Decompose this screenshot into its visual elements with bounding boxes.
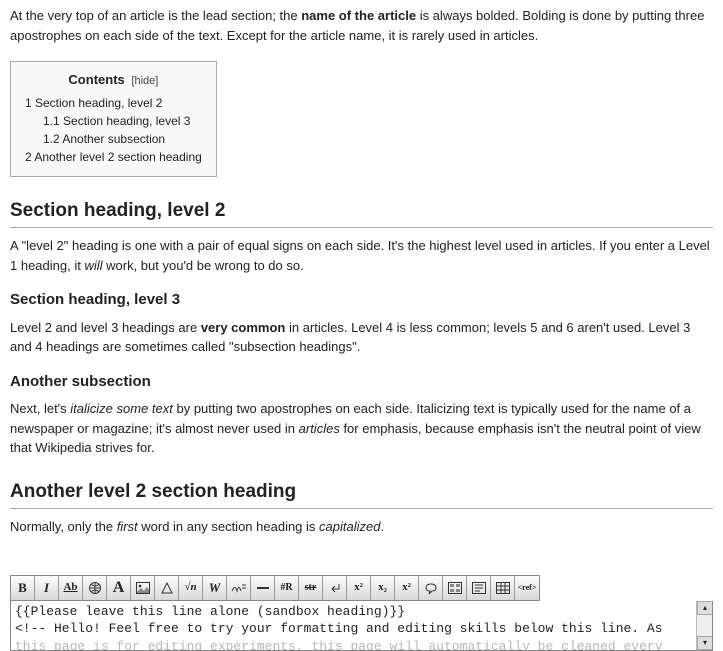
- lead-paragraph: At the very top of an article is the lea…: [10, 4, 713, 45]
- section4-paragraph: Normally, only the first word in any sec…: [10, 517, 713, 537]
- s2-bold: very common: [201, 320, 286, 335]
- scroll-down-button[interactable]: ▾: [697, 636, 713, 650]
- scroll-up-button[interactable]: ▴: [697, 601, 713, 615]
- image-icon: [136, 582, 150, 594]
- editor-toolbar: B I Ab A √n W #R str x² x₂ x² <ref>: [10, 575, 540, 601]
- gallery-button[interactable]: [443, 576, 467, 600]
- math-button[interactable]: √n: [179, 576, 203, 600]
- toc-hide-link[interactable]: [hide]: [131, 75, 158, 87]
- s3-ital: italicize some text: [70, 401, 173, 416]
- image-button[interactable]: [131, 576, 155, 600]
- signature-button[interactable]: [227, 576, 251, 600]
- s1-will: will: [84, 258, 102, 273]
- toc-title-row: Contents [hide]: [25, 70, 202, 90]
- table-button[interactable]: [491, 576, 515, 600]
- s3-ital2: articles: [299, 421, 340, 436]
- redirect-button[interactable]: #R: [275, 576, 299, 600]
- signature-icon: [231, 582, 247, 594]
- internal-link-button[interactable]: Ab: [59, 576, 83, 600]
- s4-text-b: word in any section heading is: [138, 519, 319, 534]
- editor-container: {{Please leave this line alone (sandbox …: [10, 601, 713, 651]
- comment-icon: [424, 581, 438, 595]
- editor-line-1: {{Please leave this line alone (sandbox …: [15, 604, 405, 619]
- heading-level3-2: Another subsection: [10, 371, 713, 394]
- section2-paragraph: Level 2 and level 3 headings are very co…: [10, 318, 713, 357]
- lead-text-1: At the very top of an article is the lea…: [10, 8, 301, 23]
- hr-icon: [256, 581, 270, 595]
- s4-text-c: .: [380, 519, 384, 534]
- toc-item[interactable]: 2 Another level 2 section heading: [25, 148, 202, 166]
- reference-button[interactable]: <ref>: [515, 576, 539, 600]
- linebreak-button[interactable]: [323, 576, 347, 600]
- editor-scrollbar[interactable]: ▴ ▾: [696, 601, 712, 650]
- toc-item[interactable]: 1.2 Another subsection: [25, 130, 202, 148]
- nowiki-button[interactable]: W: [203, 576, 227, 600]
- s3-text-a: Next, let's: [10, 401, 70, 416]
- italic-button[interactable]: I: [35, 576, 59, 600]
- superscript-button[interactable]: x²: [347, 576, 371, 600]
- heading-level2-2: Another level 2 section heading: [10, 478, 713, 510]
- editor-line-2: <!-- Hello! Feel free to try your format…: [15, 621, 663, 636]
- hr-button[interactable]: [251, 576, 275, 600]
- editor-line-3: this page is for editing experiments, th…: [15, 639, 663, 651]
- heading-level3-1: Section heading, level 3: [10, 289, 713, 312]
- return-icon: [328, 581, 342, 595]
- toc-title: Contents: [68, 72, 124, 87]
- ref-label: <ref>: [518, 584, 537, 592]
- media-button[interactable]: [155, 576, 179, 600]
- headline-button[interactable]: A: [107, 576, 131, 600]
- comment-button[interactable]: [419, 576, 443, 600]
- toc-item[interactable]: 1 Section heading, level 2: [25, 94, 202, 112]
- section1-paragraph: A "level 2" heading is one with a pair o…: [10, 236, 713, 275]
- blockquote-icon: [472, 582, 486, 594]
- blockquote-button[interactable]: [467, 576, 491, 600]
- gallery-icon: [448, 582, 462, 594]
- s4-ital: first: [117, 519, 138, 534]
- s4-text-a: Normally, only the: [10, 519, 117, 534]
- external-link-button[interactable]: [83, 576, 107, 600]
- table-of-contents: Contents [hide] 1 Section heading, level…: [10, 61, 217, 177]
- table-icon: [496, 582, 510, 594]
- globe-icon: [88, 581, 102, 595]
- s4-ital2: capitalized: [319, 519, 380, 534]
- s2-text-a: Level 2 and level 3 headings are: [10, 320, 201, 335]
- lead-bold: name of the article: [301, 8, 416, 23]
- s1-text-b: work, but you'd be wrong to do so.: [103, 258, 304, 273]
- editor-textarea[interactable]: {{Please leave this line alone (sandbox …: [11, 601, 712, 651]
- heading-level2-1: Section heading, level 2: [10, 197, 713, 229]
- section3-paragraph: Next, let's italicize some text by putti…: [10, 399, 713, 458]
- bold-button[interactable]: B: [11, 576, 35, 600]
- small-button[interactable]: x²: [395, 576, 419, 600]
- strike-button[interactable]: str: [299, 576, 323, 600]
- toc-item[interactable]: 1.1 Section heading, level 3: [25, 112, 202, 130]
- media-icon: [160, 581, 174, 595]
- subscript-button[interactable]: x₂: [371, 576, 395, 600]
